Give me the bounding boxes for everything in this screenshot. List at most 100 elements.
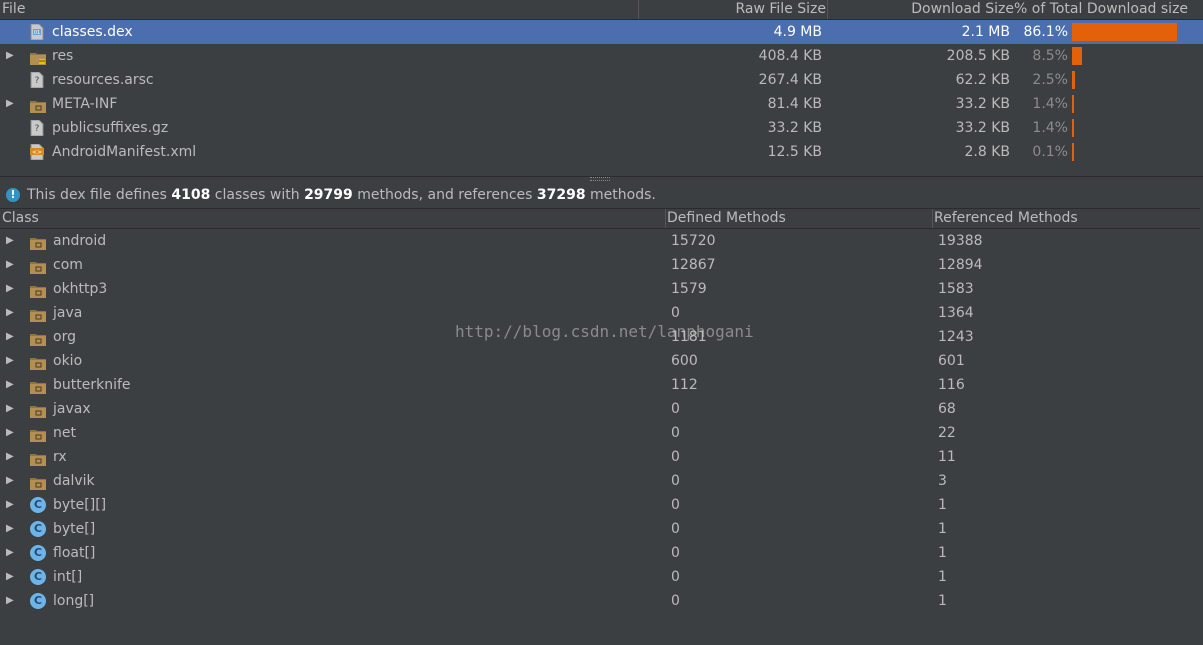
column-header-raw-size[interactable]: Raw File Size	[639, 0, 826, 19]
referenced-methods-count: 1243	[938, 329, 974, 345]
file-row[interactable]: ▶ META-INF 81.4 KB 33.2 KB 1.4%	[0, 92, 1203, 116]
dex-info-banner: ! This dex file defines 4108 classes wit…	[0, 184, 1203, 206]
class-row[interactable]: ▶ android 15720 19388	[0, 229, 1203, 253]
class-name: dalvik	[53, 473, 95, 489]
expand-arrow-icon[interactable]: ▶	[6, 421, 16, 445]
defined-methods-count: 0	[671, 425, 680, 441]
expand-arrow-icon[interactable]: ▶	[6, 397, 16, 421]
class-icon: C	[30, 545, 46, 561]
column-header-percent[interactable]: % of Total Download size	[1014, 0, 1188, 19]
column-divider[interactable]	[665, 209, 666, 228]
expand-arrow-icon[interactable]: ▶	[6, 277, 16, 301]
column-header-class[interactable]: Class	[2, 209, 39, 228]
column-header-download-size[interactable]: Download Size	[828, 0, 1014, 19]
expand-arrow-icon[interactable]: ▶	[6, 325, 16, 349]
package-folder-icon	[30, 354, 46, 370]
package-folder-icon	[30, 330, 46, 346]
expand-arrow-icon[interactable]: ▶	[6, 565, 16, 589]
file-row[interactable]: 01 classes.dex 4.9 MB 2.1 MB 86.1%	[0, 20, 1203, 44]
raw-file-size: 4.9 MB	[773, 24, 822, 40]
expand-arrow-icon[interactable]: ▶	[6, 445, 16, 469]
expand-arrow-icon[interactable]: ▶	[6, 589, 16, 613]
split-pane-divider[interactable]	[0, 176, 1203, 183]
file-name: res	[52, 48, 74, 64]
download-percent-bar	[1072, 143, 1074, 161]
class-row[interactable]: ▶ butterknife 112 116	[0, 373, 1203, 397]
expand-arrow-icon[interactable]: ▶	[6, 44, 16, 68]
referenced-methods-count: 601	[938, 353, 965, 369]
column-divider[interactable]	[932, 209, 933, 228]
download-percent: 8.5%	[1032, 48, 1068, 64]
referenced-methods-count: 3	[938, 473, 947, 489]
expand-arrow-icon[interactable]: ▶	[6, 541, 16, 565]
referenced-methods-count: 22	[938, 425, 956, 441]
class-row[interactable]: ▶ Cbyte[][] 0 1	[0, 493, 1203, 517]
dex-info-text: This dex file defines 4108 classes with …	[27, 187, 656, 203]
class-row[interactable]: ▶ Cbyte[] 0 1	[0, 517, 1203, 541]
expand-arrow-icon[interactable]: ▶	[6, 469, 16, 493]
file-row[interactable]: ▶ res 408.4 KB 208.5 KB 8.5%	[0, 44, 1203, 68]
class-table-header: Class Defined Methods Referenced Methods	[0, 208, 1200, 229]
download-size: 208.5 KB	[946, 48, 1010, 64]
column-header-file[interactable]: File	[2, 0, 25, 19]
download-size: 62.2 KB	[955, 72, 1010, 88]
class-row[interactable]: ▶ Clong[] 0 1	[0, 589, 1203, 613]
defined-methods-count: 600	[671, 353, 698, 369]
class-row[interactable]: ▶ com 12867 12894	[0, 253, 1203, 277]
defined-methods-count: 0	[671, 521, 680, 537]
class-row[interactable]: ▶ Cfloat[] 0 1	[0, 541, 1203, 565]
svg-text:?: ?	[35, 124, 40, 134]
expand-arrow-icon[interactable]: ▶	[6, 229, 16, 253]
package-folder-icon	[30, 282, 46, 298]
expand-arrow-icon[interactable]: ▶	[6, 92, 16, 116]
class-row[interactable]: ▶ java 0 1364	[0, 301, 1203, 325]
referenced-methods-count: 1	[938, 569, 947, 585]
expand-arrow-icon[interactable]: ▶	[6, 517, 16, 541]
raw-file-size: 267.4 KB	[758, 72, 822, 88]
dex-file-icon: 01	[30, 23, 46, 41]
package-folder-icon	[30, 474, 46, 490]
referenced-methods-count: 1	[938, 545, 947, 561]
column-header-defined-methods[interactable]: Defined Methods	[667, 209, 786, 228]
expand-arrow-icon[interactable]: ▶	[6, 493, 16, 517]
class-row[interactable]: ▶ dalvik 0 3	[0, 469, 1203, 493]
svg-text:?: ?	[35, 76, 40, 86]
class-row[interactable]: ▶ okhttp3 1579 1583	[0, 277, 1203, 301]
class-name: byte[]	[53, 521, 96, 537]
download-percent: 1.4%	[1032, 120, 1068, 136]
file-row[interactable]: ? publicsuffixes.gz 33.2 KB 33.2 KB 1.4%	[0, 116, 1203, 140]
class-icon: C	[30, 593, 46, 609]
unknown-file-icon: ?	[30, 119, 46, 137]
class-row[interactable]: ▶ javax 0 68	[0, 397, 1203, 421]
class-row[interactable]: ▶ rx 0 11	[0, 445, 1203, 469]
defined-methods-count: 0	[671, 449, 680, 465]
column-header-referenced-methods[interactable]: Referenced Methods	[934, 209, 1078, 228]
download-size: 33.2 KB	[955, 96, 1010, 112]
class-name: okhttp3	[53, 281, 108, 297]
expand-arrow-icon[interactable]: ▶	[6, 373, 16, 397]
class-row[interactable]: ▶ net 0 22	[0, 421, 1203, 445]
class-icon: C	[30, 521, 46, 537]
class-icon: C	[30, 497, 46, 513]
class-row[interactable]: ▶ okio 600 601	[0, 349, 1203, 373]
svg-text:01: 01	[34, 30, 40, 36]
file-row[interactable]: <> AndroidManifest.xml 12.5 KB 2.8 KB 0.1%	[0, 140, 1203, 164]
download-percent: 0.1%	[1032, 144, 1068, 160]
package-folder-icon	[30, 450, 46, 466]
expand-arrow-icon[interactable]: ▶	[6, 301, 16, 325]
expand-arrow-icon[interactable]: ▶	[6, 253, 16, 277]
defined-methods-count: 0	[671, 305, 680, 321]
class-name: rx	[53, 449, 67, 465]
splitter-grip-icon[interactable]	[590, 177, 610, 181]
file-row[interactable]: ? resources.arsc 267.4 KB 62.2 KB 2.5%	[0, 68, 1203, 92]
class-row[interactable]: ▶ org 1181 1243	[0, 325, 1203, 349]
referenced-methods-count: 1583	[938, 281, 974, 297]
download-percent-bar	[1072, 119, 1074, 137]
expand-arrow-icon[interactable]: ▶	[6, 349, 16, 373]
referenced-methods-count: 12894	[938, 257, 983, 273]
file-table-header: File Raw File Size Download Size % of To…	[0, 0, 1203, 20]
class-count: 4108	[171, 187, 211, 203]
raw-file-size: 81.4 KB	[767, 96, 822, 112]
class-name: byte[][]	[53, 497, 107, 513]
class-row[interactable]: ▶ Cint[] 0 1	[0, 565, 1203, 589]
